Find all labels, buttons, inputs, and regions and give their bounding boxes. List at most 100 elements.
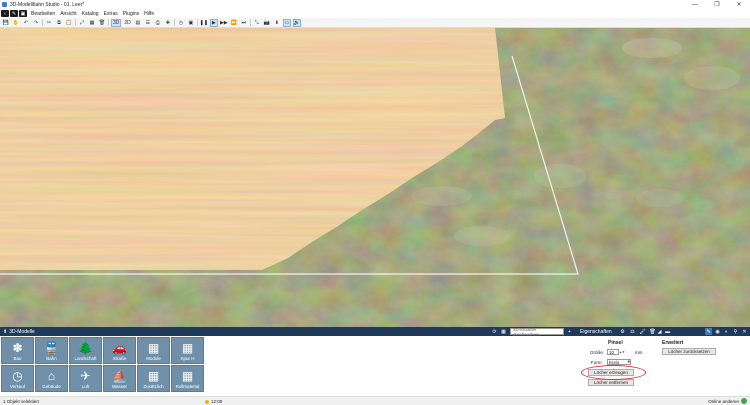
- grid-view-icon[interactable]: ▦: [500, 328, 507, 335]
- remove-holes-button[interactable]: Löcher entfernen: [588, 379, 634, 386]
- groesse-input[interactable]: 10: [607, 349, 619, 355]
- settings-icon[interactable]: ⚙: [619, 328, 626, 335]
- chart-icon[interactable]: ◢: [656, 328, 663, 335]
- erweitert-heading: Erweitert: [662, 340, 684, 346]
- tool-icon[interactable]: ✎: [705, 328, 712, 335]
- selection-status: 1 Objekt selektiert: [3, 398, 40, 404]
- collapse-arrow-icon[interactable]: ⬆: [3, 329, 7, 335]
- bucket-icon[interactable]: 🗑: [649, 328, 656, 335]
- menu-extras[interactable]: Extras: [104, 11, 118, 17]
- refresh-icon[interactable]: ⟳: [491, 328, 498, 335]
- mode-2d-button[interactable]: 2D: [123, 19, 131, 27]
- list-icon[interactable]: ☰: [144, 19, 152, 27]
- reset-holes-button[interactable]: Löcher zurücksetzen: [662, 348, 716, 355]
- 3d-viewport[interactable]: [0, 28, 750, 327]
- measure-icon[interactable]: ⤡: [253, 19, 261, 27]
- skip-end-icon[interactable]: ⏭: [240, 19, 248, 27]
- sound-icon[interactable]: 🔊: [292, 18, 301, 27]
- catalog-tile-strasse[interactable]: 🚗 Straße: [103, 337, 136, 364]
- vr-icon[interactable]: ▭: [282, 18, 291, 27]
- add-icon[interactable]: ✚: [164, 19, 172, 27]
- cut-icon[interactable]: ✂: [45, 19, 53, 27]
- panel-title: 3D-Modelle: [9, 328, 35, 335]
- mode-3d-button[interactable]: 3D: [111, 18, 122, 27]
- redo-icon[interactable]: ↷: [32, 19, 40, 27]
- airplane-icon: ✈: [80, 369, 91, 383]
- save-icon[interactable]: 💾: [2, 19, 10, 27]
- menu-plugins[interactable]: Plugins: [123, 11, 139, 17]
- catalog-tile-spur-h[interactable]: ▦ Spur H: [171, 337, 204, 364]
- catalog-tile-landschaft[interactable]: 🌲 Landschaft: [69, 337, 102, 364]
- groesse-label: Größe:: [590, 350, 605, 355]
- pinsel-heading: Pinsel: [608, 340, 623, 346]
- toolbar-divider: [108, 19, 109, 26]
- catalog-tile-label: Module: [146, 356, 161, 361]
- sliders-icon[interactable]: ⚖: [629, 328, 636, 335]
- brush-icon[interactable]: 🖌: [639, 328, 646, 335]
- form-label: Form:: [591, 360, 603, 365]
- pause-icon[interactable]: ❚❚: [200, 19, 208, 27]
- add-model-icon[interactable]: +: [566, 328, 573, 335]
- globe-icon: [741, 398, 747, 404]
- back-button[interactable]: ‹: [1, 10, 9, 17]
- layout-icon[interactable]: ▤: [134, 19, 142, 27]
- toolbar-divider: [249, 19, 251, 26]
- rolling-stock-grid-icon: ▦: [181, 369, 194, 383]
- calendar-icon[interactable]: ▣: [187, 19, 195, 27]
- catalog-tile-label: Spur H: [180, 356, 195, 361]
- catalog-tile-label: Verkauf: [9, 384, 26, 389]
- grid-icon[interactable]: ▦: [88, 19, 96, 27]
- tools-icon[interactable]: ✕: [741, 328, 748, 335]
- fast-forward-icon[interactable]: ▶▶: [220, 19, 228, 27]
- clock-icon: ◷: [12, 369, 23, 383]
- catalog-tile-luft[interactable]: ✈ Luft: [69, 365, 102, 392]
- sailboat-icon: ⛵: [112, 369, 127, 383]
- clock-icon[interactable]: ◷: [177, 19, 185, 27]
- catalog-tile-module[interactable]: ▦ Module: [137, 337, 170, 364]
- camera-view-icon[interactable]: ◐: [723, 328, 730, 335]
- print-icon[interactable]: ⎙: [154, 19, 162, 27]
- catalog-tile-gebaeude[interactable]: ⌂ Gebäude: [35, 365, 68, 392]
- menu-katalog[interactable]: Katalog: [82, 11, 99, 17]
- close-button[interactable]: ✕: [728, 0, 750, 9]
- app-icon: [2, 2, 7, 7]
- toolbar-divider: [173, 19, 175, 26]
- edit-icon[interactable]: ✎: [10, 10, 18, 17]
- undo-icon[interactable]: ↶: [22, 19, 30, 27]
- copy-icon[interactable]: ⧉: [55, 19, 63, 27]
- expand-icon[interactable]: ⤢: [78, 19, 86, 27]
- catalog-tile-wasser[interactable]: ⛵ Wasser: [103, 365, 136, 392]
- paste-icon[interactable]: 📋: [65, 19, 73, 27]
- menu-ansicht[interactable]: Ansicht: [60, 11, 76, 17]
- minimize-button[interactable]: —: [684, 0, 706, 9]
- view-icon[interactable]: ▣: [19, 10, 27, 17]
- scene-canvas[interactable]: [0, 28, 750, 327]
- time-display[interactable]: 12:00: [205, 399, 222, 404]
- maximize-button[interactable]: ❐: [706, 0, 728, 9]
- catalog-tile-verkauf[interactable]: ◷ Verkauf: [1, 365, 34, 392]
- delete-icon[interactable]: 🗑: [98, 19, 106, 27]
- catalog-tile-bau[interactable]: ✽ Bau: [1, 337, 34, 364]
- groesse-unit: mm: [635, 350, 643, 355]
- catalog-tile-zusaetzlich[interactable]: ▦ Zusätzlich: [137, 365, 170, 392]
- menu-bearbeiten[interactable]: Bearbeiten: [31, 11, 55, 17]
- catalog-tile-label: Wasser: [111, 384, 128, 389]
- faster-forward-icon[interactable]: ⏩: [230, 19, 238, 27]
- link-icon[interactable]: ⚲: [732, 328, 739, 335]
- camera-icon[interactable]: 📷: [263, 19, 271, 27]
- play-icon[interactable]: ▶: [209, 18, 218, 27]
- layers-icon[interactable]: ▬: [664, 328, 671, 335]
- catalog-tile-bahn[interactable]: 🚆 Bahn: [35, 337, 68, 364]
- catalog-search-input[interactable]: 3D-Modelle durchsuchen...: [510, 327, 564, 337]
- download-icon[interactable]: ⬇: [273, 19, 281, 27]
- hand-icon[interactable]: ✋: [12, 19, 20, 27]
- catalog-tile-rollmaterial[interactable]: ▦ Rollmaterial: [171, 365, 204, 392]
- groesse-spinner[interactable]: ▲▼: [619, 349, 625, 355]
- tree-icon: 🌲: [78, 341, 93, 355]
- toolbar-divider: [75, 19, 76, 26]
- online-status-text: Online anderen: [708, 398, 739, 404]
- eye-icon[interactable]: ◉: [714, 328, 721, 335]
- extras-grid-icon: ▦: [147, 369, 160, 383]
- online-status[interactable]: Online anderen: [708, 398, 747, 404]
- menu-hilfe[interactable]: Hilfe: [144, 11, 154, 17]
